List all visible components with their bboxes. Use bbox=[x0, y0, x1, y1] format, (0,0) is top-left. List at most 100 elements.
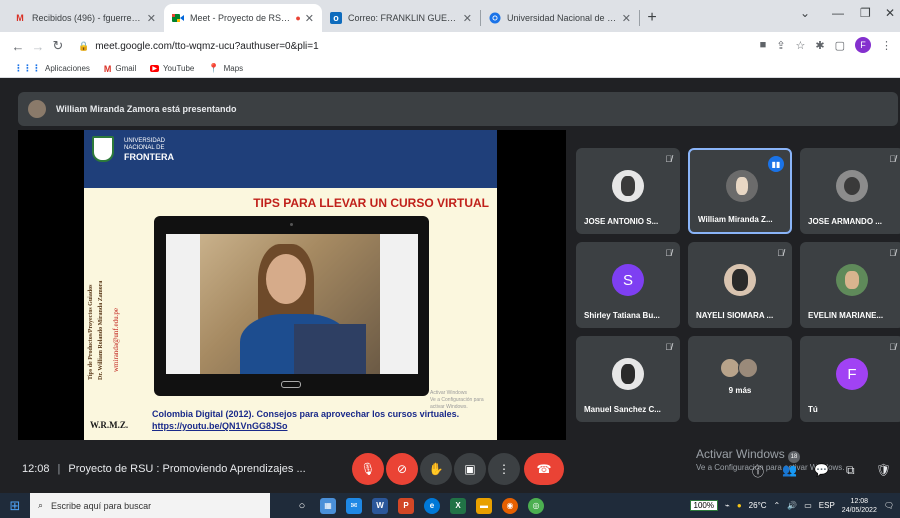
leave-call-button[interactable]: ☎ bbox=[524, 453, 564, 485]
new-tab-button[interactable]: + bbox=[640, 4, 664, 32]
side-text-course: Tips de Productos/Proyectos Guiados bbox=[88, 284, 94, 380]
camera-icon[interactable]: ■ bbox=[760, 39, 767, 51]
participant-tile[interactable]: 🎙̸ JOSE ARMANDO ... bbox=[800, 148, 900, 234]
reading-list-icon[interactable]: ▢ bbox=[835, 39, 845, 52]
language-indicator[interactable]: ESP bbox=[819, 501, 835, 510]
notification-icon[interactable]: 🗨 bbox=[884, 501, 894, 510]
toolbar-icons: ■ ⇪ ☆ ✱ ▢ F ⋮ bbox=[760, 37, 892, 53]
chrome-icon[interactable]: ◎ bbox=[528, 497, 544, 514]
temperature[interactable]: 26°C bbox=[749, 501, 767, 510]
participant-tile[interactable]: 🎙̸ Manuel Sanchez C... bbox=[576, 336, 680, 422]
tab-gmail[interactable]: M Recibidos (496) - fguerrero@unf… ✕ bbox=[6, 4, 164, 32]
profile-avatar[interactable]: F bbox=[855, 37, 871, 53]
share-icon[interactable]: ⇪ bbox=[776, 39, 785, 52]
participant-tile[interactable]: 🎙̸ EVELIN MARIANE... bbox=[800, 242, 900, 328]
mic-off-icon: 🎙̸ bbox=[665, 248, 672, 258]
participant-avatar bbox=[612, 358, 644, 390]
bookmark-youtube[interactable]: ▶ YouTube bbox=[150, 64, 194, 73]
close-window-button[interactable]: ✕ bbox=[885, 6, 895, 20]
more-options-button[interactable]: ⋮ bbox=[488, 453, 520, 485]
chevron-down-icon[interactable]: ⌄ bbox=[800, 6, 810, 20]
tablet-frame bbox=[154, 216, 429, 396]
weather-icon[interactable]: ● bbox=[737, 501, 742, 510]
zoom-level[interactable]: 100% bbox=[689, 500, 718, 511]
lock-icon[interactable]: 🛡 bbox=[876, 463, 891, 477]
participant-name: JOSE ANTONIO S... bbox=[584, 217, 659, 226]
clock-date: 24/05/2022 bbox=[841, 506, 877, 514]
chat-icon[interactable]: 💬 bbox=[814, 463, 829, 477]
search-icon: ⌕ bbox=[38, 500, 44, 510]
participant-tile-self[interactable]: 🎙̸ F Tú bbox=[800, 336, 900, 422]
tab-universidad[interactable]: Universidad Nacional de Fronte… ✕ bbox=[481, 4, 639, 32]
tab-meet[interactable]: Meet - Proyecto de RSU : Pr… ● ✕ bbox=[164, 4, 322, 32]
close-icon[interactable]: ✕ bbox=[147, 12, 156, 25]
mini-avatar bbox=[720, 358, 740, 378]
url-field[interactable]: 🔒 meet.google.com/tto-wqmz-ucu?authuser=… bbox=[78, 41, 319, 52]
present-button[interactable]: ▣ bbox=[454, 453, 486, 485]
restore-button[interactable]: ❐ bbox=[860, 6, 871, 20]
tab-outlook[interactable]: o Correo: FRANKLIN GUERRERO C… ✕ bbox=[322, 4, 480, 32]
bookmark-gmail[interactable]: M Gmail bbox=[104, 64, 136, 74]
url-text: meet.google.com/tto-wqmz-ucu?authuser=0&… bbox=[95, 40, 319, 52]
side-text-email: wmiranda@unf.edu.pe bbox=[112, 308, 120, 372]
hand-icon: ✋ bbox=[428, 462, 444, 476]
camera-toggle-button[interactable]: ⊘ bbox=[386, 453, 418, 485]
presenting-text: William Miranda Zamora está presentando bbox=[56, 104, 237, 114]
bookmarks-bar: ⋮⋮⋮ Aplicaciones M Gmail ▶ YouTube 📍 Map… bbox=[0, 60, 900, 78]
mic-off-icon: 🎙 bbox=[360, 462, 376, 476]
star-icon[interactable]: ☆ bbox=[796, 39, 806, 52]
extensions-icon[interactable]: ✱ bbox=[815, 39, 824, 52]
mic-off-icon: 🎙̸ bbox=[889, 154, 896, 164]
participant-name: EVELIN MARIANE... bbox=[808, 311, 884, 320]
side-text-author: Dr. William Rolando Miranda Zamora bbox=[98, 280, 104, 380]
forward-button[interactable]: → bbox=[28, 39, 48, 54]
participant-tile[interactable]: 🎙̸ S Shirley Tatiana Bu... bbox=[576, 242, 680, 328]
windows-start-icon[interactable]: ⊞ bbox=[0, 498, 30, 514]
raise-hand-button[interactable]: ✋ bbox=[420, 453, 452, 485]
edge-icon[interactable]: e bbox=[424, 497, 440, 514]
mic-toggle-button[interactable]: 🎙 bbox=[352, 453, 384, 485]
excel-icon[interactable]: X bbox=[450, 497, 466, 514]
close-icon[interactable]: ✕ bbox=[463, 12, 472, 25]
powerpoint-icon[interactable]: P bbox=[398, 497, 414, 514]
citation-link[interactable]: https://youtu.be/QN1VnGG8JSo bbox=[152, 421, 288, 431]
minimize-button[interactable]: — bbox=[832, 6, 844, 20]
info-icon[interactable]: ⓘ bbox=[752, 463, 764, 480]
volume-icon[interactable]: 🔊 bbox=[787, 501, 797, 510]
meet-icon bbox=[172, 12, 184, 24]
reload-button[interactable]: ↻ bbox=[48, 38, 68, 54]
embedded-video-image bbox=[200, 234, 380, 374]
taskbar-clock[interactable]: 12:08 24/05/2022 bbox=[842, 497, 877, 515]
close-icon[interactable]: ✕ bbox=[305, 12, 314, 25]
taskbar-search[interactable]: ⌕ Escribe aquí para buscar bbox=[30, 493, 270, 518]
bookmark-label: Gmail bbox=[115, 64, 137, 73]
network-icon[interactable]: ▭ bbox=[804, 501, 812, 510]
back-button[interactable]: ← bbox=[8, 39, 28, 54]
participant-tile-others[interactable]: 9 más bbox=[688, 336, 792, 422]
presentation-stage[interactable]: UNIVERSIDAD NACIONAL DE FRONTERA TIPS PA… bbox=[18, 130, 566, 440]
close-icon[interactable]: ✕ bbox=[622, 12, 631, 25]
people-icon[interactable]: 👥 bbox=[782, 463, 797, 477]
activities-icon[interactable]: ⧉ bbox=[846, 463, 855, 478]
menu-icon[interactable]: ⋮ bbox=[881, 39, 892, 52]
participant-tile-speaking[interactable]: ▮▮ William Miranda Z... bbox=[688, 148, 792, 234]
university-name-line2: NACIONAL DE bbox=[124, 145, 165, 151]
slide-side-text: Tips de Productos/Proyectos Guiados Dr. … bbox=[88, 240, 120, 380]
mail-app-icon[interactable]: ✉ bbox=[346, 497, 362, 514]
bookmark-apps[interactable]: ⋮⋮⋮ Aplicaciones bbox=[14, 63, 90, 74]
bookmark-label: YouTube bbox=[162, 64, 195, 73]
participant-tile[interactable]: 🎙̸ JOSE ANTONIO S... bbox=[576, 148, 680, 234]
camera-off-icon: ⊘ bbox=[396, 462, 408, 476]
power-icon[interactable]: ⌁ bbox=[725, 501, 730, 510]
watermark-line1: Activar Windows bbox=[430, 390, 467, 396]
chevron-up-icon[interactable]: ⌃ bbox=[774, 501, 781, 510]
cortana-icon[interactable]: ○ bbox=[294, 498, 310, 514]
word-icon[interactable]: W bbox=[372, 497, 388, 514]
participant-tile[interactable]: 🎙̸ NAYELI SIOMARA ... bbox=[688, 242, 792, 328]
file-explorer-icon[interactable]: ▬ bbox=[476, 497, 492, 514]
bookmark-maps[interactable]: 📍 Maps bbox=[208, 63, 243, 74]
firefox-icon[interactable]: ◉ bbox=[502, 497, 518, 514]
slide-header: UNIVERSIDAD NACIONAL DE FRONTERA bbox=[84, 130, 497, 188]
gmail-icon: M bbox=[103, 63, 112, 74]
task-view-icon[interactable]: ▦ bbox=[320, 497, 336, 514]
